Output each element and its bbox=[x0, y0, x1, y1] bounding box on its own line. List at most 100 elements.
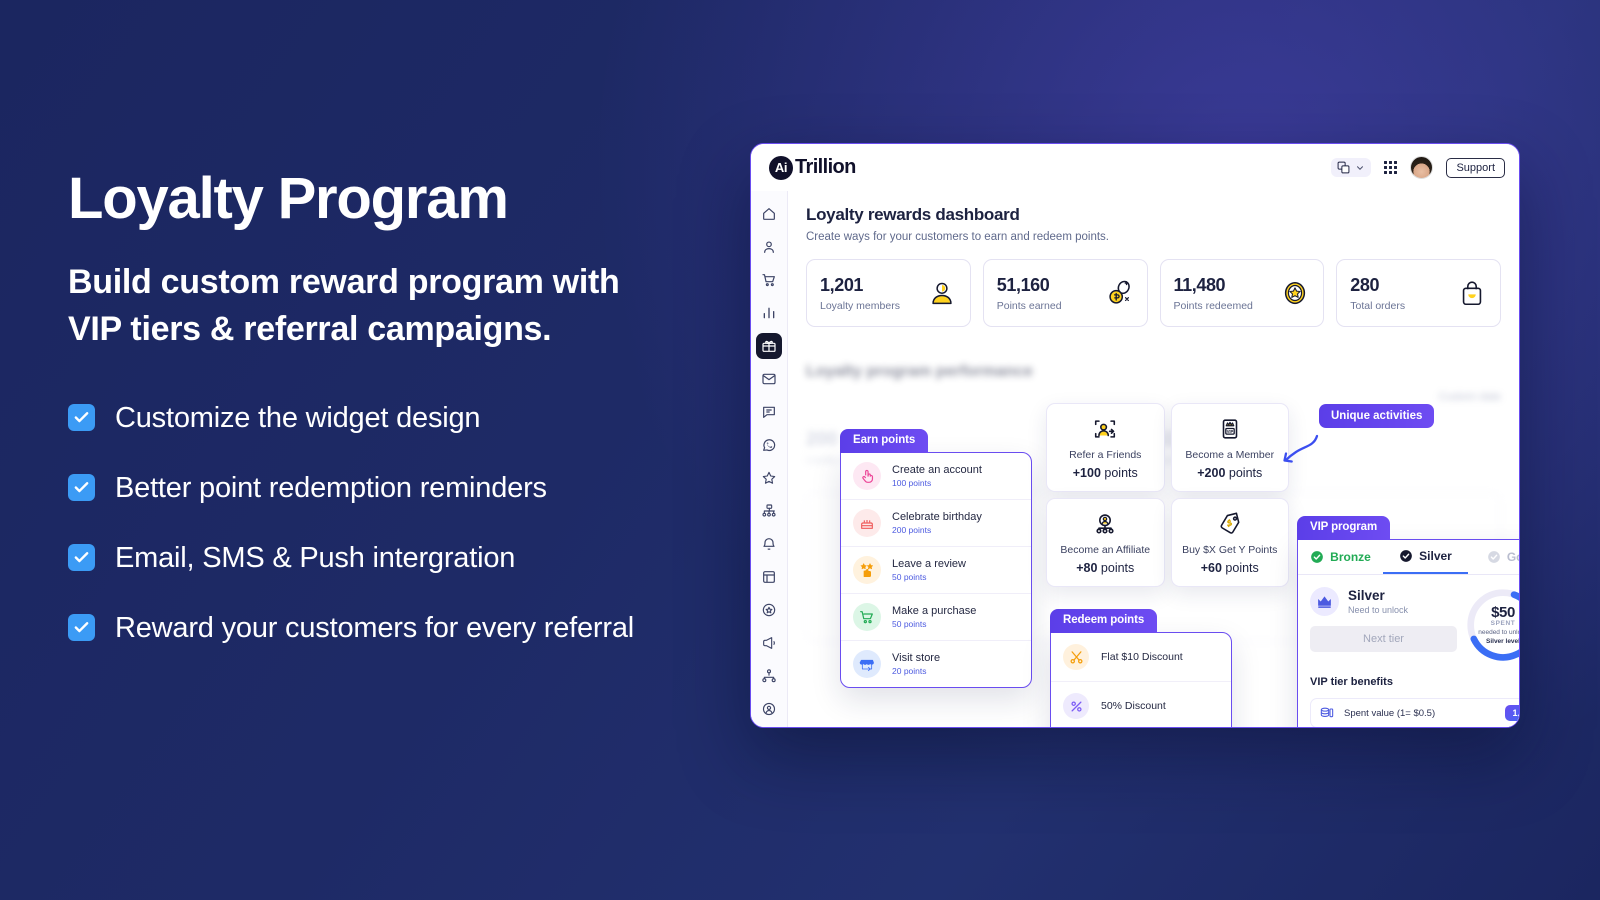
spend-progress-ring: $50 SPENT needed to unlock Silver level bbox=[1465, 587, 1519, 663]
spend-note-line1: needed to unlock bbox=[1478, 628, 1519, 636]
kpi-card-total-orders: 280 Total orders bbox=[1336, 259, 1501, 327]
feature-label: Reward your customers for every referral bbox=[115, 612, 634, 645]
list-item: Email, SMS & Push intergration bbox=[68, 537, 728, 579]
item-points: 50 points bbox=[892, 619, 927, 629]
dashboard-title: Loyalty rewards dashboard bbox=[806, 205, 1020, 224]
item-points: 200 points bbox=[892, 525, 932, 535]
feature-label: Customize the widget design bbox=[115, 402, 481, 435]
tab-bronze[interactable]: Bronze bbox=[1298, 540, 1383, 574]
background-date-chip: Custom date bbox=[1438, 391, 1501, 403]
sidebar-item-workflow[interactable] bbox=[756, 498, 782, 524]
unique-activities-cards: Refer a Friends +100 points VIP Become a… bbox=[1046, 403, 1289, 587]
check-circle-icon bbox=[1487, 551, 1500, 563]
tab-gold[interactable]: Gold bbox=[1468, 540, 1519, 574]
vip-tier-summary: Silver Need to unlock Next tier $50 SPEN… bbox=[1298, 575, 1519, 663]
chevron-down-icon bbox=[1357, 165, 1364, 170]
sidebar-item-chat[interactable] bbox=[756, 399, 782, 425]
sidebar-item-home[interactable] bbox=[756, 201, 782, 227]
unique-activities-badge: Unique activities bbox=[1319, 404, 1435, 428]
vip-benefits-header[interactable]: VIP tier benefits bbox=[1298, 663, 1519, 698]
redeem-points-badge: Redeem points bbox=[1050, 609, 1158, 633]
sidebar-item-orders[interactable] bbox=[756, 267, 782, 293]
spend-note-line2: Silver level bbox=[1486, 637, 1519, 645]
item-title: Flat $10 Discount bbox=[1101, 651, 1183, 663]
sidebar-item-customers[interactable] bbox=[756, 234, 782, 260]
review-icon bbox=[853, 556, 881, 584]
kpi-card-points-redeemed: 11,480 Points redeemed bbox=[1159, 259, 1325, 327]
checkmark-icon bbox=[68, 614, 95, 642]
language-switcher[interactable] bbox=[1331, 158, 1372, 177]
activity-card-refer-a-friends[interactable]: Refer a Friends +100 points bbox=[1046, 403, 1165, 492]
sidebar-item-forms[interactable] bbox=[756, 564, 782, 590]
list-item: Customize the widget design bbox=[68, 397, 728, 439]
topbar-actions: Support bbox=[1331, 156, 1505, 179]
list-item[interactable]: Celebrate birthday 200 points bbox=[841, 500, 1031, 547]
translate-icon bbox=[1338, 161, 1350, 174]
kpi-value: 280 bbox=[1350, 274, 1380, 295]
vip-program-card: Bronze Silver Gold bbox=[1297, 539, 1519, 727]
activity-name: Become an Affiliate bbox=[1060, 544, 1151, 556]
sidebar-item-notifications[interactable] bbox=[756, 531, 782, 557]
support-button[interactable]: Support bbox=[1446, 157, 1505, 178]
next-tier-button[interactable]: Next tier bbox=[1310, 626, 1457, 652]
sidebar-item-email[interactable] bbox=[756, 366, 782, 392]
tab-label: Bronze bbox=[1330, 550, 1371, 564]
activity-points-unit: points bbox=[1228, 466, 1263, 480]
cart-icon bbox=[853, 603, 881, 631]
sidebar-item-loyalty[interactable] bbox=[756, 333, 782, 359]
hero-subtitle: Build custom reward program with VIP tie… bbox=[68, 263, 620, 349]
item-points: 20 points bbox=[892, 666, 927, 676]
benefit-value: 1.5 bbox=[1505, 705, 1519, 721]
list-item[interactable]: Create an account 100 points bbox=[841, 453, 1031, 500]
item-points: 100 points bbox=[892, 478, 932, 488]
sidebar-item-reviews[interactable] bbox=[756, 465, 782, 491]
benefit-row: Spent value (1= $0.5) 1.5 bbox=[1310, 698, 1519, 727]
item-title: Celebrate birthday bbox=[892, 511, 982, 523]
hero-section: Loyalty Program Build custom reward prog… bbox=[68, 168, 728, 649]
item-title: Create an account bbox=[892, 464, 982, 476]
list-item[interactable]: Leave a review 50 points bbox=[841, 547, 1031, 594]
brand-logo[interactable]: Ai Trillion bbox=[769, 155, 856, 180]
list-item[interactable]: Visit store 20 points bbox=[841, 641, 1031, 687]
kpi-label: Loyalty members bbox=[820, 299, 900, 312]
list-item[interactable]: 50% Discount bbox=[1051, 682, 1231, 727]
list-item: Reward your customers for every referral bbox=[68, 607, 728, 649]
apps-grid-icon[interactable] bbox=[1384, 161, 1398, 174]
coins-stack-icon bbox=[1320, 707, 1334, 718]
cake-icon bbox=[853, 509, 881, 537]
tap-icon bbox=[853, 462, 881, 490]
feature-label: Better point redemption reminders bbox=[115, 472, 547, 505]
spend-note: needed to unlock Silver level bbox=[1478, 629, 1519, 647]
benefit-label: Spent value (1= $0.5) bbox=[1344, 707, 1436, 719]
store-icon bbox=[853, 650, 881, 678]
avatar[interactable] bbox=[1410, 156, 1434, 179]
vip-tier-tabs: Bronze Silver Gold bbox=[1298, 540, 1519, 575]
tab-silver[interactable]: Silver bbox=[1383, 540, 1468, 574]
sidebar-item-targeting[interactable] bbox=[756, 696, 782, 722]
activity-card-buy-x-get-y-points[interactable]: Buy $X Get Y Points +60 points bbox=[1170, 498, 1289, 587]
feature-label: Email, SMS & Push intergration bbox=[115, 542, 516, 575]
spend-amount: $50 bbox=[1491, 603, 1515, 621]
sidebar-item-rewards[interactable] bbox=[756, 597, 782, 623]
item-title: Make a purchase bbox=[892, 605, 977, 617]
app-topbar: Ai Trillion Support bbox=[751, 144, 1519, 191]
sidebar-item-campaigns[interactable] bbox=[756, 630, 782, 656]
sidebar-item-segments[interactable] bbox=[756, 663, 782, 689]
list-item[interactable]: Flat $10 Discount bbox=[1051, 633, 1231, 682]
percent-icon bbox=[1063, 693, 1089, 719]
sidebar-item-analytics[interactable] bbox=[756, 300, 782, 326]
activity-points-unit: points bbox=[1100, 561, 1135, 575]
redeem-points-list: Flat $10 Discount 50% Discount Discount … bbox=[1050, 632, 1232, 727]
check-circle-icon bbox=[1311, 551, 1323, 563]
redeem-points-panel: Redeem points Flat $10 Discount 50% Disc… bbox=[1050, 609, 1232, 727]
item-title: Visit store bbox=[892, 652, 941, 664]
checkmark-icon bbox=[68, 474, 95, 502]
vip-card-icon: VIP bbox=[1222, 419, 1238, 439]
list-item[interactable]: Make a purchase 50 points bbox=[841, 594, 1031, 641]
kpi-label: Points redeemed bbox=[1173, 299, 1253, 312]
feature-list: Customize the widget design Better point… bbox=[68, 397, 728, 649]
sidebar-item-whatsapp[interactable] bbox=[756, 432, 782, 458]
activity-card-become-an-affiliate[interactable]: Become an Affiliate +80 points bbox=[1046, 498, 1165, 587]
activity-points-value: +200 bbox=[1197, 466, 1226, 480]
tab-label: Silver bbox=[1419, 549, 1452, 563]
